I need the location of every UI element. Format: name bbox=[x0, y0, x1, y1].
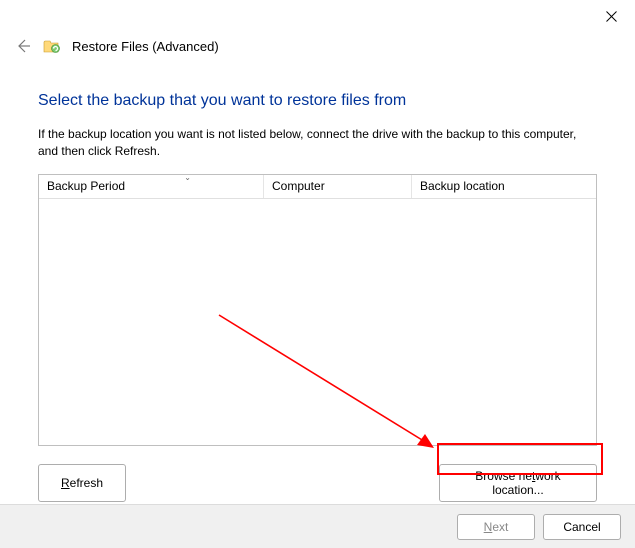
sort-indicator-icon: ⌄ bbox=[184, 173, 191, 182]
back-button[interactable] bbox=[14, 37, 32, 55]
header-row: Restore Files (Advanced) bbox=[0, 32, 635, 56]
column-label: Computer bbox=[272, 179, 325, 193]
close-button[interactable] bbox=[595, 2, 627, 30]
next-button[interactable]: Next bbox=[457, 514, 535, 540]
refresh-button[interactable]: Refresh bbox=[38, 464, 126, 502]
column-header-backup-location[interactable]: Backup location bbox=[412, 175, 596, 198]
column-header-computer[interactable]: Computer bbox=[264, 175, 412, 198]
close-icon bbox=[606, 11, 617, 22]
column-header-backup-period[interactable]: Backup Period ⌄ bbox=[39, 175, 264, 198]
page-heading: Select the backup that you want to resto… bbox=[38, 92, 597, 110]
window-title: Restore Files (Advanced) bbox=[72, 39, 219, 54]
column-label: Backup location bbox=[420, 179, 505, 193]
footer-bar: Next Cancel bbox=[0, 504, 635, 548]
browse-network-location-button[interactable]: Browse network location... bbox=[439, 464, 597, 502]
list-header-row: Backup Period ⌄ Computer Backup location bbox=[39, 175, 596, 199]
column-label: Backup Period bbox=[47, 179, 125, 193]
content-area: Select the backup that you want to resto… bbox=[0, 56, 635, 502]
titlebar bbox=[0, 0, 635, 32]
restore-files-window: Restore Files (Advanced) Select the back… bbox=[0, 0, 635, 548]
cancel-button[interactable]: Cancel bbox=[543, 514, 621, 540]
action-buttons-row: Refresh Browse network location... bbox=[38, 464, 597, 502]
back-arrow-icon bbox=[15, 38, 31, 54]
page-description: If the backup location you want is not l… bbox=[38, 126, 597, 160]
restore-files-icon bbox=[42, 36, 62, 56]
backup-list[interactable]: Backup Period ⌄ Computer Backup location bbox=[38, 174, 597, 446]
